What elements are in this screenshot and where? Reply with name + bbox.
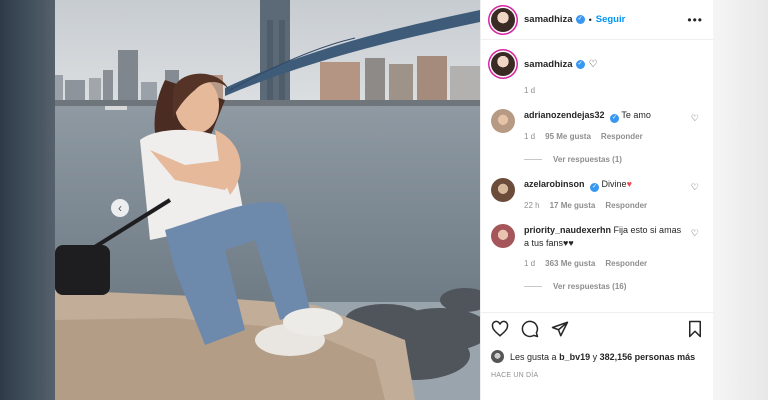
view-replies-button[interactable]: Ver respuestas (1) xyxy=(524,155,703,164)
comment-item: priority_naudexerhn Fija esto si amas a … xyxy=(491,224,703,268)
comment-username[interactable]: adrianozendejas32 xyxy=(524,110,605,120)
comment-likes[interactable]: 17 Me gusta xyxy=(550,201,596,210)
comments-list: samadhiza ✓ ♡ 1 d adrianozendejas32 ✓ Te… xyxy=(481,40,713,312)
username-link[interactable]: samadhiza xyxy=(524,14,573,25)
avatar[interactable] xyxy=(491,224,515,248)
heart-icon[interactable]: ♡ xyxy=(691,182,699,193)
black-heart-icon: ♥♥ xyxy=(563,238,574,248)
comment-time[interactable]: 1 d xyxy=(524,259,535,268)
comment-likes[interactable]: 363 Me gusta xyxy=(545,259,595,268)
avatar xyxy=(491,350,504,363)
comment-username[interactable]: azelarobinson xyxy=(524,179,585,189)
post-actions: Les gusta a b_bv19 y 382,156 personas má… xyxy=(481,312,714,379)
comment-text: adrianozendejas32 ✓ Te amo xyxy=(524,109,684,123)
likes-middle: y xyxy=(592,351,598,362)
comment-body: Te amo xyxy=(621,110,651,120)
comment-item: azelarobinson ✓ Divine♥ 22 h 17 Me gusta… xyxy=(491,178,703,210)
comment-time[interactable]: 1 d xyxy=(524,132,535,141)
likes-count[interactable]: 382,156 personas más xyxy=(600,352,696,362)
bookmark-icon[interactable] xyxy=(686,320,704,343)
follow-button[interactable]: Seguir xyxy=(596,14,626,25)
verified-icon: ✓ xyxy=(575,15,585,24)
heart-icon[interactable]: ♡ xyxy=(691,113,699,124)
comment-text: priority_naudexerhn Fija esto si amas a … xyxy=(524,224,684,250)
avatar[interactable] xyxy=(491,109,515,133)
avatar[interactable] xyxy=(491,52,515,76)
red-heart-icon: ♥ xyxy=(626,179,632,189)
avatar[interactable] xyxy=(491,7,515,32)
caption: samadhiza ✓ ♡ xyxy=(491,52,703,76)
background-right xyxy=(713,0,768,400)
comment-username[interactable]: priority_naudexerhn xyxy=(524,225,611,235)
comment-meta: 1 d 95 Me gusta Responder xyxy=(524,132,684,141)
caption-username[interactable]: samadhiza xyxy=(524,59,573,70)
likes-prefix: Les gusta a xyxy=(510,351,557,362)
comment-meta: 1 d 363 Me gusta Responder xyxy=(524,259,684,268)
post-sidebar: samadhiza ✓ • Seguir ••• samadhiza ✓ ♡ 1… xyxy=(480,0,714,400)
separator-dot: • xyxy=(588,14,592,25)
comment-item: adrianozendejas32 ✓ Te amo 1 d 95 Me gus… xyxy=(491,109,703,141)
verified-icon: ✓ xyxy=(590,183,600,192)
comment-likes[interactable]: 95 Me gusta xyxy=(545,132,591,141)
share-icon[interactable] xyxy=(551,320,569,343)
verified-icon: ✓ xyxy=(610,114,620,123)
action-bar xyxy=(491,320,704,343)
reply-button[interactable]: Responder xyxy=(601,132,643,141)
posted-time[interactable]: HACE UN DÍA xyxy=(491,372,704,379)
avatar[interactable] xyxy=(491,178,515,202)
chevron-left-icon[interactable]: ‹ xyxy=(111,199,129,217)
likes-user[interactable]: b_bv19 xyxy=(559,352,590,362)
heart-icon[interactable] xyxy=(491,320,509,343)
post-photo[interactable]: ‹ xyxy=(55,0,480,400)
likes-summary[interactable]: Les gusta a b_bv19 y 382,156 personas má… xyxy=(491,350,704,363)
comment-time[interactable]: 22 h xyxy=(524,201,540,210)
reply-button[interactable]: Responder xyxy=(605,259,647,268)
view-replies-button[interactable]: Ver respuestas (16) xyxy=(524,282,703,291)
more-icon[interactable]: ••• xyxy=(687,13,703,27)
background-left xyxy=(0,0,55,400)
caption-time: 1 d xyxy=(524,86,536,95)
heart-outline-icon: ♡ xyxy=(588,58,598,70)
comment-meta: 22 h 17 Me gusta Responder xyxy=(524,201,684,210)
reply-button[interactable]: Responder xyxy=(605,201,647,210)
comment-body: Divine xyxy=(601,179,627,189)
post-header: samadhiza ✓ • Seguir ••• xyxy=(481,0,713,40)
verified-icon: ✓ xyxy=(575,59,585,69)
comment-text: azelarobinson ✓ Divine♥ xyxy=(524,178,684,192)
comment-icon[interactable] xyxy=(521,320,539,343)
heart-icon[interactable]: ♡ xyxy=(691,228,699,239)
